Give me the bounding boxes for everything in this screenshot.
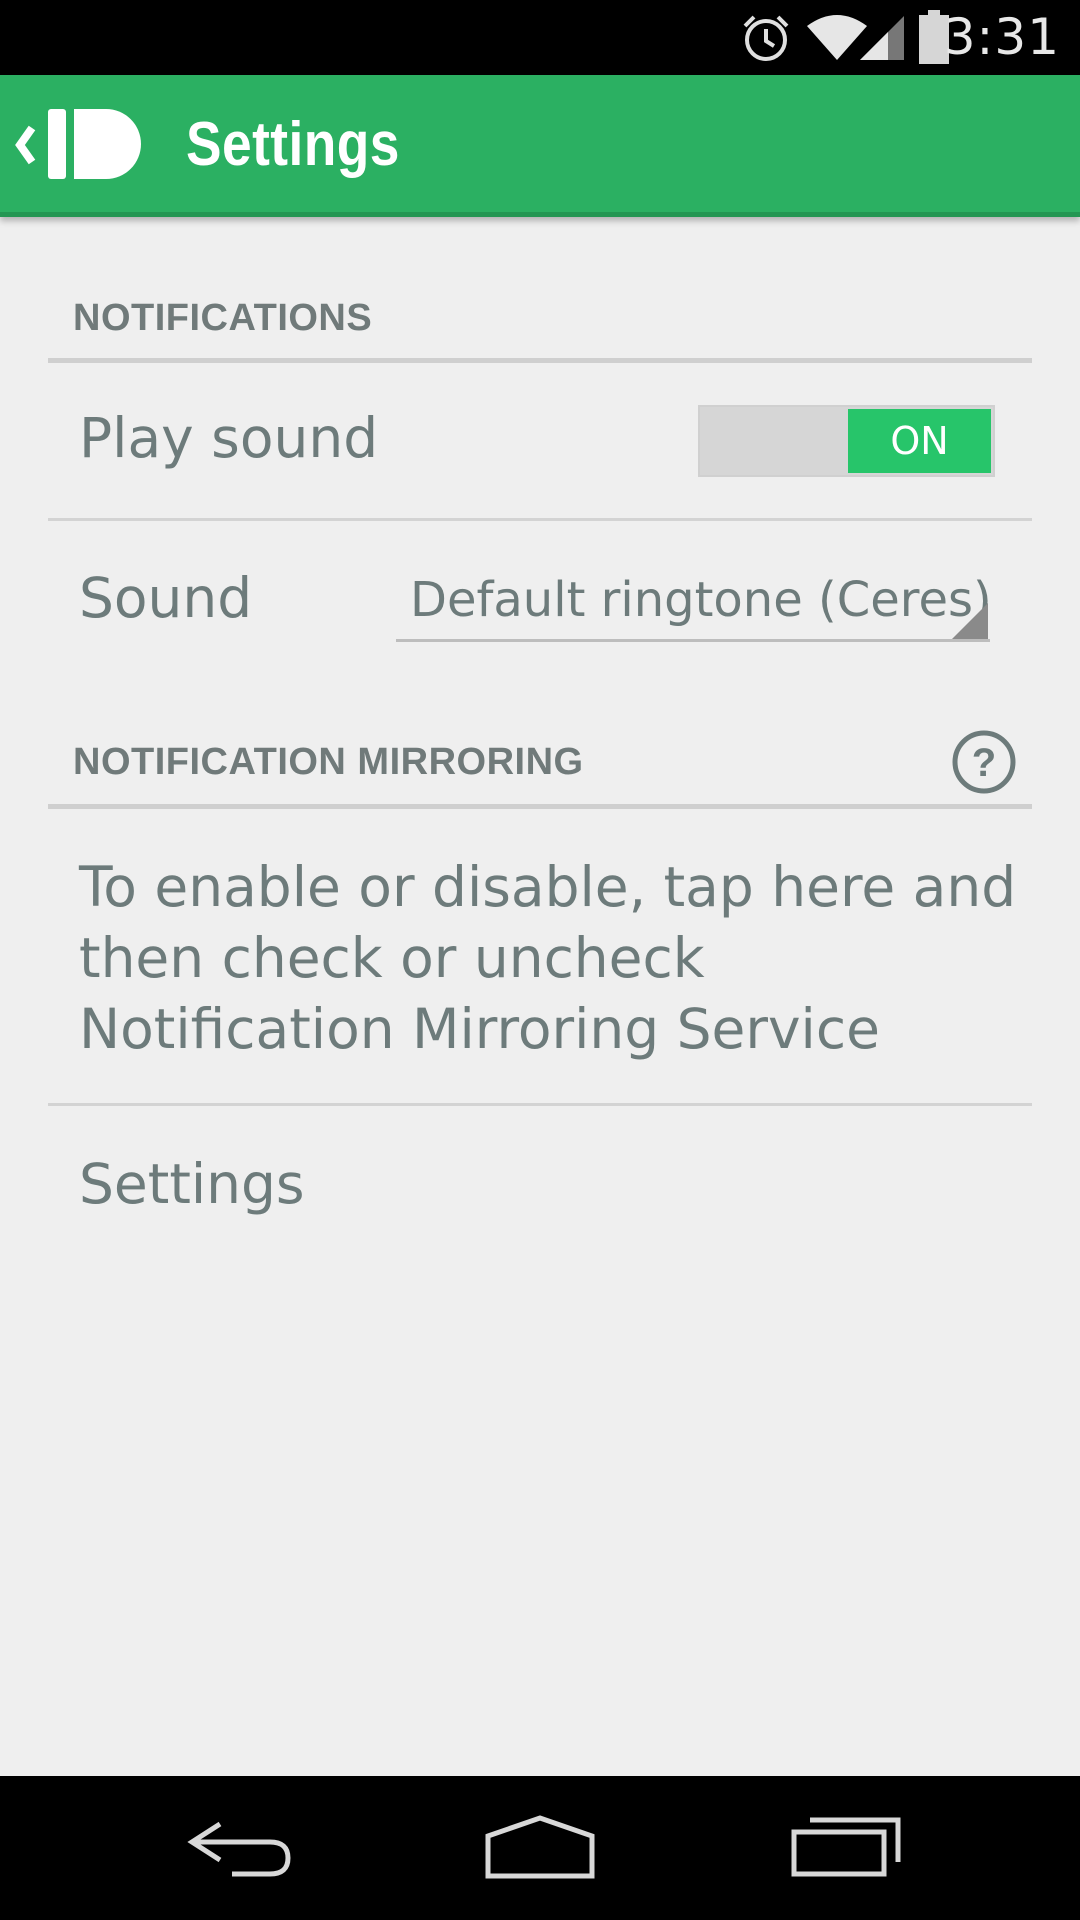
action-bar: Settings xyxy=(0,75,1080,217)
navigation-bar xyxy=(0,1776,1080,1920)
svg-text:?: ? xyxy=(972,741,996,785)
alarm-icon xyxy=(743,15,789,61)
sound-spinner[interactable]: Default ringtone (Ceres) xyxy=(396,562,992,642)
mirroring-settings-label: Settings xyxy=(79,1152,305,1216)
signal-icon xyxy=(860,16,904,60)
recents-icon[interactable] xyxy=(774,1806,914,1886)
page-title: Settings xyxy=(186,110,400,179)
section-header-notifications: NOTIFICATIONS xyxy=(48,285,1032,363)
sound-spinner-value: Default ringtone (Ceres) xyxy=(410,572,992,628)
section-header-label: NOTIFICATIONS xyxy=(73,297,373,339)
row-divider xyxy=(48,518,1032,521)
up-navigation-icon[interactable] xyxy=(8,110,40,180)
mirroring-description: To enable or disable, tap here and then … xyxy=(79,855,1017,1061)
status-clock: 3:31 xyxy=(943,8,1060,66)
section-header-label: NOTIFICATION MIRRORING xyxy=(73,741,584,783)
sound-label: Sound xyxy=(79,566,253,630)
back-icon[interactable] xyxy=(170,1806,310,1886)
play-sound-toggle[interactable]: ON xyxy=(698,405,995,477)
question-mark-icon[interactable]: ? xyxy=(951,729,1017,795)
status-bar: 3:31 xyxy=(0,0,1080,75)
spinner-arrow-icon xyxy=(952,603,988,639)
pushbullet-logo-icon[interactable] xyxy=(46,108,142,180)
home-icon[interactable] xyxy=(470,1806,610,1886)
play-sound-label: Play sound xyxy=(79,406,379,470)
toggle-on-knob: ON xyxy=(848,409,991,473)
section-header-notification-mirroring: NOTIFICATION MIRRORING xyxy=(48,725,1032,809)
